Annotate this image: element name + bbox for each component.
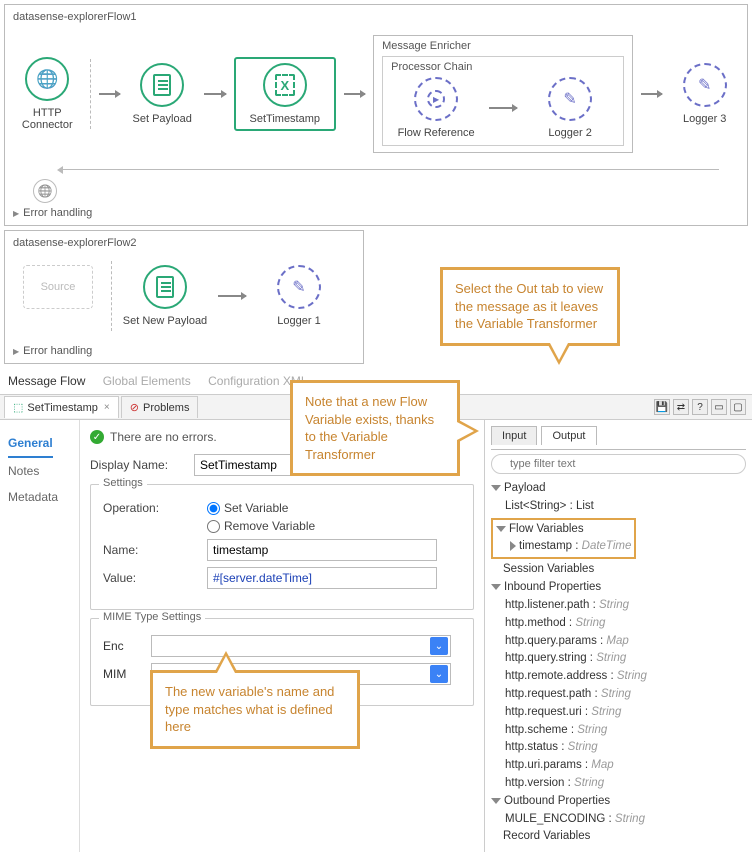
node-logger-1[interactable]: Logger 1 bbox=[254, 265, 344, 327]
display-name-label: Display Name: bbox=[90, 458, 186, 472]
io-panel: Input Output Payload List<String> : List… bbox=[484, 420, 752, 852]
node-set-new-payload[interactable]: Set New Payload bbox=[120, 265, 210, 327]
radio-remove-variable[interactable]: Remove Variable bbox=[207, 519, 315, 533]
encoding-select[interactable]: ⌄ bbox=[151, 635, 451, 657]
message-enricher-box[interactable]: Message Enricher Processor Chain Flow Re… bbox=[373, 35, 633, 153]
variable-icon: X bbox=[275, 74, 295, 96]
feedback-arrow bbox=[63, 169, 719, 179]
node-logger-2[interactable]: Logger 2 bbox=[525, 77, 615, 139]
node-set-timestamp[interactable]: X SetTimestamp bbox=[240, 63, 330, 125]
node-set-payload[interactable]: Set Payload bbox=[128, 63, 197, 125]
settings-group: Settings Operation: Set Variable Remove … bbox=[90, 484, 474, 610]
io-tab-output[interactable]: Output bbox=[541, 426, 596, 445]
tab-message-flow[interactable]: Message Flow bbox=[8, 374, 85, 388]
flow1-panel: datasense-explorerFlow1 HTTP Connector S… bbox=[4, 4, 748, 226]
tree-prop[interactable]: http.request.uri : String bbox=[491, 704, 746, 722]
flow-ref-icon bbox=[427, 90, 445, 108]
editor-tab-settimestamp[interactable]: ⬚ SetTimestamp × bbox=[4, 396, 119, 418]
side-tab-notes[interactable]: Notes bbox=[8, 458, 71, 484]
globe-icon bbox=[36, 69, 58, 90]
flow2-panel: datasense-explorerFlow2 Source Set New P… bbox=[4, 230, 364, 364]
arrow-icon bbox=[641, 93, 662, 95]
output-tree[interactable]: Payload List<String> : List Flow Variabl… bbox=[491, 480, 746, 846]
side-tab-metadata[interactable]: Metadata bbox=[8, 484, 71, 510]
help-icon[interactable]: ? bbox=[692, 399, 708, 415]
radio-set-variable[interactable]: Set Variable bbox=[207, 501, 315, 515]
mini-globe-icon: 🌐 bbox=[33, 179, 57, 203]
document-icon bbox=[156, 276, 174, 298]
flow1-title: datasense-explorerFlow1 bbox=[13, 11, 739, 23]
value-input[interactable] bbox=[207, 567, 437, 589]
operation-label: Operation: bbox=[103, 501, 199, 515]
tree-prop[interactable]: http.uri.params : Map bbox=[491, 757, 746, 775]
mime-label: MIM bbox=[103, 667, 143, 681]
side-tab-general[interactable]: General bbox=[8, 430, 53, 458]
check-icon: ✓ bbox=[90, 430, 104, 444]
close-icon[interactable]: × bbox=[104, 402, 110, 413]
toggle-icon[interactable]: ⇄ bbox=[673, 399, 689, 415]
separator bbox=[111, 261, 112, 331]
name-input[interactable] bbox=[207, 539, 437, 561]
properties-side-tabs: General Notes Metadata bbox=[0, 420, 80, 852]
tree-prop[interactable]: http.method : String bbox=[491, 615, 746, 633]
tree-prop[interactable]: http.scheme : String bbox=[491, 722, 746, 740]
separator bbox=[90, 59, 91, 129]
min-icon[interactable]: ▭ bbox=[711, 399, 727, 415]
arrow-icon bbox=[218, 295, 246, 297]
flow2-title: datasense-explorerFlow2 bbox=[13, 237, 355, 249]
tree-prop[interactable]: http.version : String bbox=[491, 775, 746, 793]
tree-prop[interactable]: http.listener.path : String bbox=[491, 597, 746, 615]
tree-prop[interactable]: http.query.string : String bbox=[491, 650, 746, 668]
selected-node-box: X SetTimestamp bbox=[234, 57, 336, 131]
arrow-icon bbox=[344, 93, 365, 95]
node-logger-3[interactable]: Logger 3 bbox=[670, 63, 739, 125]
encoding-label: Enc bbox=[103, 639, 143, 653]
chevron-down-icon: ⌄ bbox=[430, 665, 448, 683]
tree-prop[interactable]: http.query.params : Map bbox=[491, 633, 746, 651]
node-http-connector[interactable]: HTTP Connector bbox=[13, 57, 82, 131]
save-icon[interactable]: 💾 bbox=[654, 399, 670, 415]
pencil-icon bbox=[290, 278, 308, 296]
callout-flow-variable: Note that a new Flow Variable exists, th… bbox=[290, 380, 460, 476]
tree-prop[interactable]: http.remote.address : String bbox=[491, 668, 746, 686]
arrow-icon bbox=[99, 93, 120, 95]
tree-prop[interactable]: http.status : String bbox=[491, 739, 746, 757]
callout-output-tab: Select the Out tab to view the message a… bbox=[440, 267, 620, 346]
pencil-icon bbox=[696, 76, 714, 94]
pencil-icon bbox=[561, 90, 579, 108]
io-tab-input[interactable]: Input bbox=[491, 426, 537, 445]
value-label: Value: bbox=[103, 571, 199, 585]
tab-global-elements[interactable]: Global Elements bbox=[103, 374, 191, 388]
error-handling-2[interactable]: Error handling bbox=[13, 341, 355, 359]
properties-main: ✓ There are no errors. Display Name: Set… bbox=[80, 420, 484, 852]
filter-input[interactable] bbox=[491, 454, 746, 474]
arrow-icon bbox=[204, 93, 225, 95]
node-flow-reference[interactable]: Flow Reference bbox=[391, 77, 481, 139]
document-icon bbox=[153, 74, 171, 96]
arrow-icon bbox=[489, 107, 517, 109]
tree-prop[interactable]: http.request.path : String bbox=[491, 686, 746, 704]
max-icon[interactable]: ▢ bbox=[730, 399, 746, 415]
source-placeholder[interactable]: Source bbox=[13, 265, 103, 327]
name-label: Name: bbox=[103, 543, 199, 557]
error-handling-1[interactable]: Error handling bbox=[13, 203, 739, 221]
callout-variable-name: The new variable's name and type matches… bbox=[150, 670, 360, 749]
editor-tab-problems[interactable]: ⊘ Problems bbox=[121, 396, 199, 418]
chevron-down-icon: ⌄ bbox=[430, 637, 448, 655]
